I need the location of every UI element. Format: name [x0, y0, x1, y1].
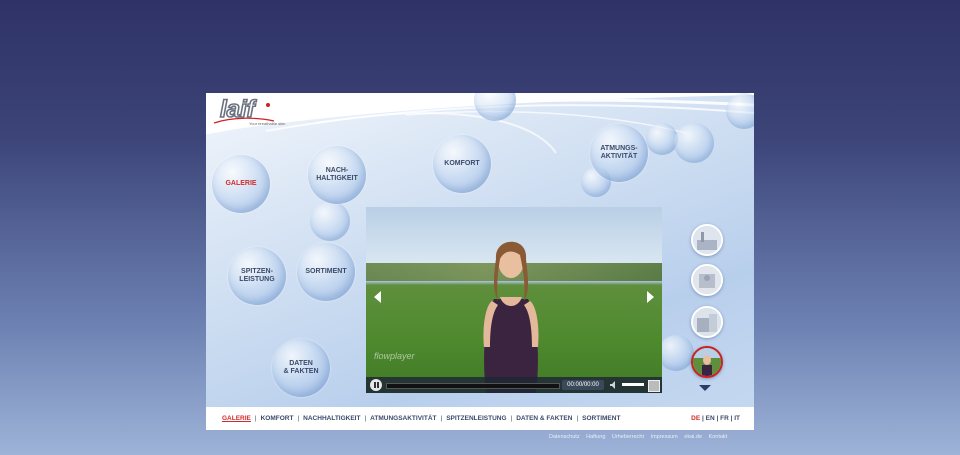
menu-daten-fakten[interactable]: DATEN & FAKTEN — [272, 339, 330, 397]
footer-datenschutz[interactable]: Datenschutz — [549, 434, 580, 440]
video-next-arrow[interactable] — [647, 291, 654, 303]
flowplayer-watermark: flowplayer — [374, 351, 415, 361]
time-display: 00:00/00:00 — [562, 380, 604, 390]
lang-en[interactable]: EN — [706, 415, 715, 422]
nav-galerie[interactable]: GALERIE — [222, 415, 251, 422]
lang-de[interactable]: DE — [691, 415, 700, 422]
decor-bubble — [674, 123, 714, 163]
footer-impressum[interactable]: Impressum — [651, 434, 678, 440]
menu-sortiment-label: SORTIMENT — [305, 268, 347, 275]
menu-komfort-label: KOMFORT — [444, 160, 480, 167]
decor-bubble — [310, 201, 350, 241]
volume-icon[interactable] — [610, 381, 618, 389]
menu-spitzenleistung[interactable]: SPITZEN- LEISTUNG — [228, 247, 286, 305]
gallery-thumb-1[interactable] — [691, 224, 723, 256]
brand-logo[interactable]: laif Your breathable skin — [212, 95, 302, 135]
nav-daten-fakten[interactable]: DATEN & FAKTEN — [516, 415, 572, 422]
menu-daten-fakten-label: DATEN & FAKTEN — [283, 360, 319, 375]
lang-it[interactable]: IT — [734, 415, 740, 422]
video-person-image — [483, 241, 539, 393]
nav-sortiment[interactable]: SORTIMENT — [582, 415, 620, 422]
menu-nachhaltigkeit[interactable]: NACH- HALTIGKEIT — [308, 146, 366, 204]
menu-komfort[interactable]: KOMFORT — [433, 135, 491, 193]
logo-tagline: Your breathable skin — [249, 121, 286, 126]
nav-atmungsaktivitaet[interactable]: ATMUNGSAKTIVITÄT — [370, 415, 436, 422]
gallery-thumb-2[interactable] — [691, 264, 723, 296]
lang-fr[interactable]: FR — [720, 415, 729, 422]
video-prev-arrow[interactable] — [374, 291, 381, 303]
nav-nachhaltigkeit[interactable]: NACHHALTIGKEIT — [303, 415, 360, 422]
main-stage: laif Your breathable skin GALERIE NACH- H… — [206, 93, 754, 430]
decor-bubble — [726, 93, 754, 129]
footer-links: Datenschutz Haftung Urheberrecht Impress… — [549, 434, 732, 440]
language-switcher: DE | EN | FR | IT — [691, 415, 740, 422]
menu-sortiment[interactable]: SORTIMENT — [297, 243, 355, 301]
menu-nachhaltigkeit-label: NACH- HALTIGKEIT — [316, 167, 358, 182]
progress-bar[interactable] — [386, 383, 560, 389]
menu-atmungsaktivitaet[interactable]: ATMUNGS- AKTIVITÄT — [590, 124, 648, 182]
menu-galerie-label: GALERIE — [225, 180, 257, 187]
menu-spitzenleistung-label: SPITZEN- LEISTUNG — [239, 268, 275, 283]
decor-bubble — [646, 123, 678, 155]
video-player[interactable]: flowplayer 00:00/00:00 — [366, 207, 662, 393]
bottom-nav-bar: GALERIE | KOMFORT | NACHHALTIGKEIT | ATMUNGSAK… — [206, 407, 754, 430]
player-controls: 00:00/00:00 — [366, 377, 662, 393]
fullscreen-button[interactable] — [648, 380, 660, 392]
pause-button[interactable] — [370, 379, 382, 391]
nav-komfort[interactable]: KOMFORT — [261, 415, 294, 422]
footer-ekai[interactable]: ekai.de — [684, 434, 702, 440]
gallery-thumb-3[interactable] — [691, 306, 723, 338]
gallery-thumb-4[interactable] — [691, 346, 723, 378]
volume-slider[interactable] — [622, 383, 644, 386]
nav-spitzenleistung[interactable]: SPITZENLEISTUNG — [446, 415, 506, 422]
footer-urheberrecht[interactable]: Urheberrecht — [612, 434, 644, 440]
gallery-down-arrow[interactable] — [699, 385, 711, 391]
bottom-nav: GALERIE | KOMFORT | NACHHALTIGKEIT | ATMUNGSAK… — [222, 415, 621, 422]
menu-galerie[interactable]: GALERIE — [212, 155, 270, 213]
footer-kontakt[interactable]: Kontakt — [709, 434, 728, 440]
decor-bubble — [658, 335, 694, 371]
footer-haftung[interactable]: Haftung — [586, 434, 605, 440]
menu-atmungsaktivitaet-label: ATMUNGS- AKTIVITÄT — [600, 145, 638, 160]
